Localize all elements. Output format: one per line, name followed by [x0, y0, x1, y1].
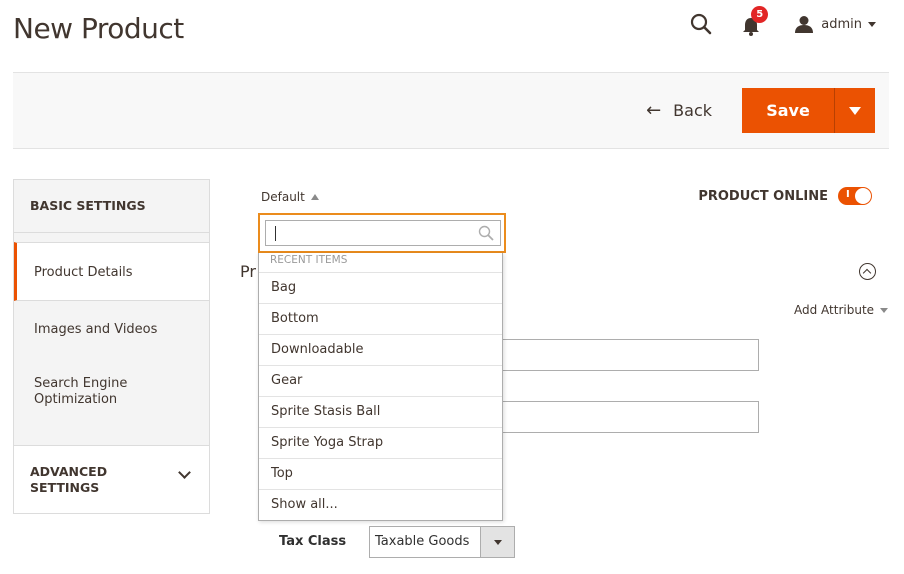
dropdown-item-gear[interactable]: Gear [259, 366, 502, 397]
notifications-button[interactable]: 5 [741, 6, 769, 36]
product-name-field[interactable] [500, 339, 759, 371]
dropdown-show-all-link[interactable]: Show all... [259, 490, 502, 521]
header-actions: 5 admin [689, 6, 876, 38]
product-online-control: PRODUCT ONLINE I [698, 187, 872, 205]
sku-field[interactable] [500, 401, 759, 433]
notification-count-badge: 5 [751, 6, 769, 23]
dropdown-item-bag[interactable]: Bag [259, 273, 502, 304]
attribute-set-search-input[interactable] [266, 221, 476, 245]
select-arrow [480, 527, 514, 557]
advanced-settings-toggle[interactable]: ADVANCED SETTINGS [14, 445, 209, 513]
back-button[interactable]: ← Back [646, 100, 712, 121]
dropdown-item-downloadable[interactable]: Downloadable [259, 335, 502, 366]
chevron-down-icon [868, 21, 876, 27]
save-button-group: Save [742, 88, 875, 133]
sidebar-item-search-engine-optimization[interactable]: Search Engine Optimization [14, 358, 209, 445]
product-online-label: PRODUCT ONLINE [698, 188, 828, 204]
toggle-on-indicator: I [846, 189, 850, 200]
save-button[interactable]: Save [742, 88, 834, 133]
tax-class-value: Taxable Goods [375, 534, 470, 549]
search-icon[interactable] [689, 12, 713, 36]
product-sidebar: BASIC SETTINGS Product Details Images an… [13, 179, 210, 514]
dropdown-item-top[interactable]: Top [259, 459, 502, 490]
dropdown-item-bottom[interactable]: Bottom [259, 304, 502, 335]
attribute-set-search-wrapper [258, 213, 506, 253]
dropdown-item-sprite-yoga-strap[interactable]: Sprite Yoga Strap [259, 428, 502, 459]
collapse-section-icon[interactable] [859, 263, 876, 280]
page-title: New Product [13, 12, 184, 45]
section-title: Pr [240, 262, 256, 281]
scope-label: Default [261, 190, 305, 204]
caret-up-icon [310, 194, 319, 200]
caret-down-icon [493, 539, 502, 545]
add-attribute-label: Add Attribute [794, 303, 875, 317]
page-actions-bar: ← Back Save [13, 72, 889, 149]
text-cursor [275, 226, 276, 241]
back-label: Back [673, 101, 712, 120]
advanced-settings-label: ADVANCED SETTINGS [30, 464, 108, 495]
sidebar-item-product-details[interactable]: Product Details [14, 242, 209, 301]
caret-down-icon [849, 106, 861, 115]
toggle-knob [855, 188, 871, 204]
recent-items-header: RECENT ITEMS [259, 253, 502, 273]
save-options-toggle[interactable] [834, 88, 875, 133]
attribute-set-dropdown: RECENT ITEMS Bag Bottom Downloadable Gea… [258, 253, 503, 521]
attribute-set-search [265, 220, 501, 246]
tax-class-select[interactable]: Taxable Goods [369, 526, 515, 558]
tax-class-label: Tax Class [279, 534, 347, 549]
arrow-left-icon: ← [646, 100, 662, 121]
product-online-toggle[interactable]: I [838, 187, 872, 205]
chevron-down-icon [178, 466, 191, 479]
caret-down-icon [880, 307, 889, 313]
user-icon [795, 16, 814, 33]
scope-switcher[interactable]: Default [261, 190, 319, 204]
sidebar-item-images-and-videos[interactable]: Images and Videos [14, 301, 209, 358]
basic-settings-heading: BASIC SETTINGS [14, 180, 209, 233]
basic-settings-section: BASIC SETTINGS Product Details Images an… [13, 179, 210, 514]
search-icon [478, 225, 494, 241]
user-menu[interactable]: admin [795, 15, 876, 33]
dropdown-item-sprite-stasis-ball[interactable]: Sprite Stasis Ball [259, 397, 502, 428]
user-name: admin [821, 16, 862, 32]
add-attribute-button[interactable]: Add Attribute [794, 303, 889, 317]
